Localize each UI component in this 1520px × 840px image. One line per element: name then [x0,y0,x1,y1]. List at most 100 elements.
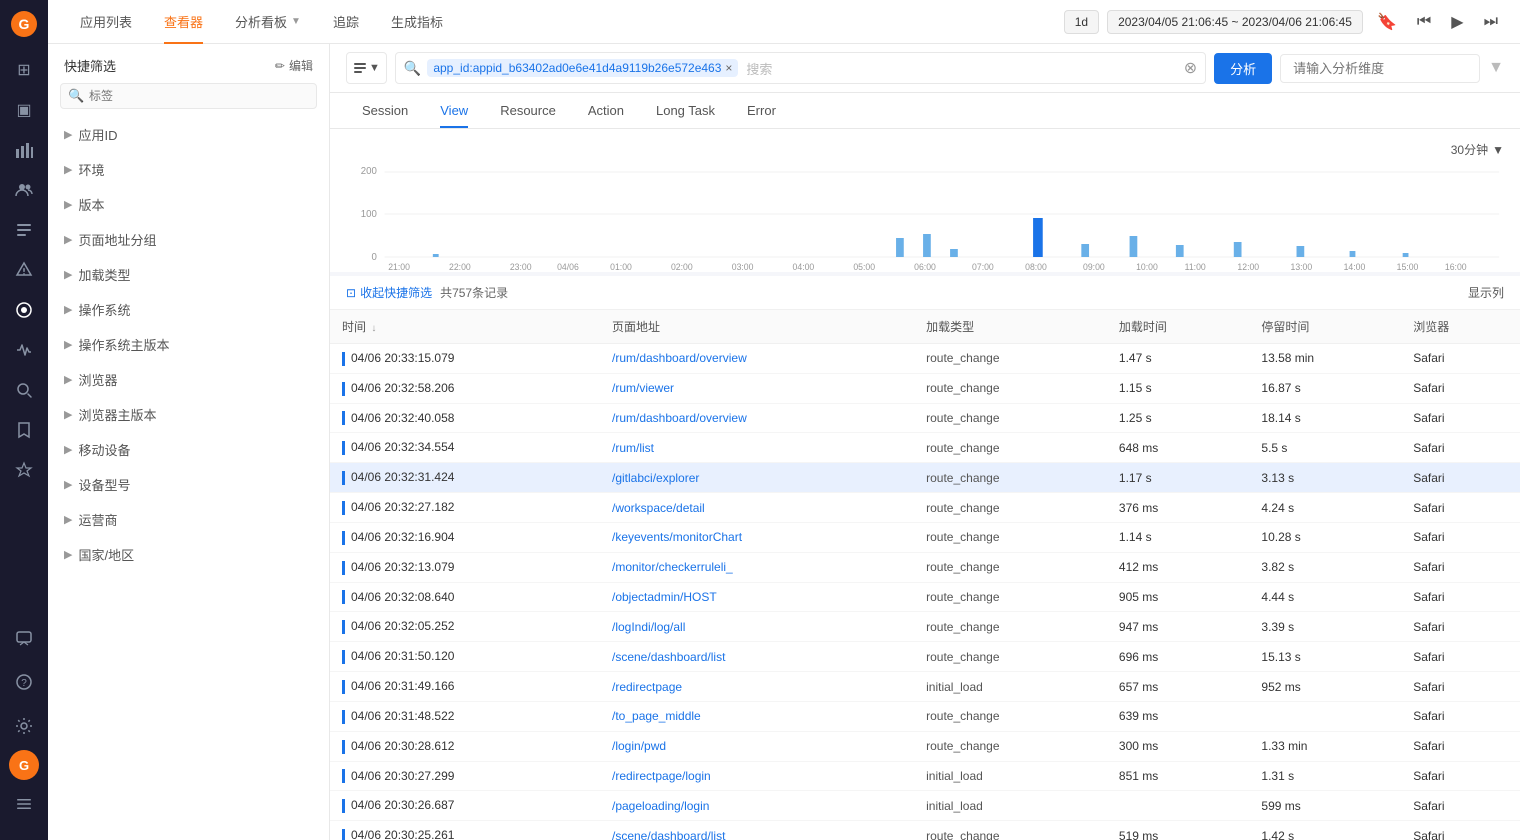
sidebar-icon-monitor[interactable]: ▣ [6,92,42,128]
cell-url[interactable]: /objectadmin/HOST [600,582,914,612]
sidebar-icon-log[interactable] [6,212,42,248]
cell-url[interactable]: /pageloading/login [600,791,914,821]
tab-error[interactable]: Error [731,93,792,128]
sidebar-icon-deploy[interactable] [6,452,42,488]
cell-url[interactable]: /rum/dashboard/overview [600,403,914,433]
table-row[interactable]: 04/06 20:32:40.058 /rum/dashboard/overvi… [330,403,1520,433]
collapse-filter-btn[interactable]: ⊡ 收起快捷筛选 [346,284,432,301]
tab-resource[interactable]: Resource [484,93,572,128]
filter-group-browser[interactable]: ▶ 浏览器 [60,362,317,397]
table-row[interactable]: 04/06 20:30:26.687 /pageloading/login in… [330,791,1520,821]
sidebar-icon-collapse[interactable] [6,786,42,822]
chart-range-btn[interactable]: 30分钟 ▼ [1451,141,1504,158]
analyze-expand-icon[interactable]: ▼ [1488,59,1504,77]
cell-time: 04/06 20:32:27.182 [330,493,600,523]
table-row[interactable]: 04/06 20:30:25.261 /scene/dashboard/list… [330,821,1520,840]
table-row[interactable]: 04/06 20:32:05.252 /logIndi/log/all rout… [330,612,1520,642]
sort-icon[interactable]: ↓ [371,323,376,334]
display-columns-btn[interactable]: 显示列 [1468,284,1504,301]
table-row[interactable]: 04/06 20:32:34.554 /rum/list route_chang… [330,433,1520,463]
cell-load-time: 412 ms [1107,552,1250,582]
filter-edit-btn[interactable]: ✏ 编辑 [275,57,313,74]
filter-group-browser-version[interactable]: ▶ 浏览器主版本 [60,397,317,432]
table-row[interactable]: 04/06 20:31:50.120 /scene/dashboard/list… [330,642,1520,672]
filter-group-country[interactable]: ▶ 国家/地区 [60,537,317,572]
table-row[interactable]: 04/06 20:31:48.522 /to_page_middle route… [330,701,1520,731]
cell-url[interactable]: /scene/dashboard/list [600,642,914,672]
cell-url[interactable]: /redirectpage/login [600,761,914,791]
table-row[interactable]: 04/06 20:32:08.640 /objectadmin/HOST rou… [330,582,1520,612]
cell-url[interactable]: /login/pwd [600,731,914,761]
search-tag-close[interactable]: × [725,61,732,75]
cell-load-type: initial_load [914,672,1107,702]
filter-group-page-url[interactable]: ▶ 页面地址分组 [60,222,317,257]
cell-stay-time: 15.13 s [1249,642,1401,672]
sidebar-icon-bookmark[interactable] [6,412,42,448]
table-row[interactable]: 04/06 20:33:15.079 /rum/dashboard/overvi… [330,344,1520,374]
time-nav-next[interactable]: ⏭ [1478,9,1504,35]
sidebar-icon-apm[interactable] [6,332,42,368]
table-row[interactable]: 04/06 20:32:27.182 /workspace/detail rou… [330,493,1520,523]
cell-url[interactable]: /gitlabci/explorer [600,463,914,493]
filter-group-mobile[interactable]: ▶ 移动设备 [60,432,317,467]
nav-metrics[interactable]: 生成指标 [375,0,459,44]
table-row[interactable]: 04/06 20:32:31.424 /gitlabci/explorer ro… [330,463,1520,493]
sidebar-icon-settings[interactable] [6,708,42,744]
table-row[interactable]: 04/06 20:32:13.079 /monitor/checkerrulel… [330,552,1520,582]
cell-load-type: route_change [914,821,1107,840]
cell-url[interactable]: /rum/dashboard/overview [600,344,914,374]
analyze-dimension-input[interactable] [1280,54,1480,83]
sidebar-icon-grid[interactable]: ⊞ [6,52,42,88]
time-nav-play[interactable]: ▶ [1445,8,1469,36]
filter-type-selector[interactable]: ▼ [346,52,387,84]
nav-dashboard[interactable]: 分析看板 ▼ [219,0,317,44]
nav-app-list[interactable]: 应用列表 [64,0,148,44]
app-logo[interactable]: G [8,8,40,40]
cell-url[interactable]: /monitor/checkerruleli_ [600,552,914,582]
cell-url[interactable]: /keyevents/monitorChart [600,522,914,552]
filter-group-load-type[interactable]: ▶ 加载类型 [60,257,317,292]
cell-stay-time: 1.31 s [1249,761,1401,791]
table-row[interactable]: 04/06 20:32:58.206 /rum/viewer route_cha… [330,373,1520,403]
nav-viewer[interactable]: 查看器 [148,0,219,44]
filter-group-carrier[interactable]: ▶ 运营商 [60,502,317,537]
table-row[interactable]: 04/06 20:31:49.166 /redirectpage initial… [330,672,1520,702]
cell-url[interactable]: /workspace/detail [600,493,914,523]
table-row[interactable]: 04/06 20:30:27.299 /redirectpage/login i… [330,761,1520,791]
time-nav-prev[interactable]: ⏮ [1411,9,1437,35]
cell-url[interactable]: /scene/dashboard/list [600,821,914,840]
nav-trace[interactable]: 追踪 [317,0,375,44]
filter-group-version[interactable]: ▶ 版本 [60,187,317,222]
cell-url[interactable]: /to_page_middle [600,701,914,731]
sidebar-icon-users[interactable] [6,172,42,208]
tabs-bar: Session View Resource Action Long Task E… [330,93,1520,129]
filter-group-os[interactable]: ▶ 操作系统 [60,292,317,327]
filter-group-device-model[interactable]: ▶ 设备型号 [60,467,317,502]
search-clear-btn[interactable]: ⊗ [1184,58,1197,78]
sidebar-icon-chart[interactable] [6,132,42,168]
time-nav-bookmark[interactable]: 🔖 [1371,8,1403,36]
tab-action[interactable]: Action [572,93,640,128]
tab-view[interactable]: View [424,93,484,128]
cell-url[interactable]: /rum/list [600,433,914,463]
filter-group-os-version[interactable]: ▶ 操作系统主版本 [60,327,317,362]
cell-url[interactable]: /logIndi/log/all [600,612,914,642]
user-avatar[interactable]: G [9,750,39,780]
cell-url[interactable]: /redirectpage [600,672,914,702]
time-preset-btn[interactable]: 1d [1064,10,1099,34]
sidebar-icon-help[interactable]: ? [6,664,42,700]
sidebar-icon-rum[interactable] [6,292,42,328]
filter-group-env[interactable]: ▶ 环境 [60,152,317,187]
sidebar-icon-search2[interactable] [6,372,42,408]
table-row[interactable]: 04/06 20:32:16.904 /keyevents/monitorCha… [330,522,1520,552]
analyze-button[interactable]: 分析 [1214,53,1272,84]
filter-group-app-id[interactable]: ▶ 应用ID [60,117,317,152]
table-row[interactable]: 04/06 20:30:28.612 /login/pwd route_chan… [330,731,1520,761]
cell-browser: Safari [1401,403,1520,433]
sidebar-icon-alert[interactable] [6,252,42,288]
tab-session[interactable]: Session [346,93,424,128]
cell-url[interactable]: /rum/viewer [600,373,914,403]
tab-long-task[interactable]: Long Task [640,93,731,128]
filter-search-input[interactable] [60,83,317,109]
sidebar-icon-message[interactable] [6,620,42,656]
